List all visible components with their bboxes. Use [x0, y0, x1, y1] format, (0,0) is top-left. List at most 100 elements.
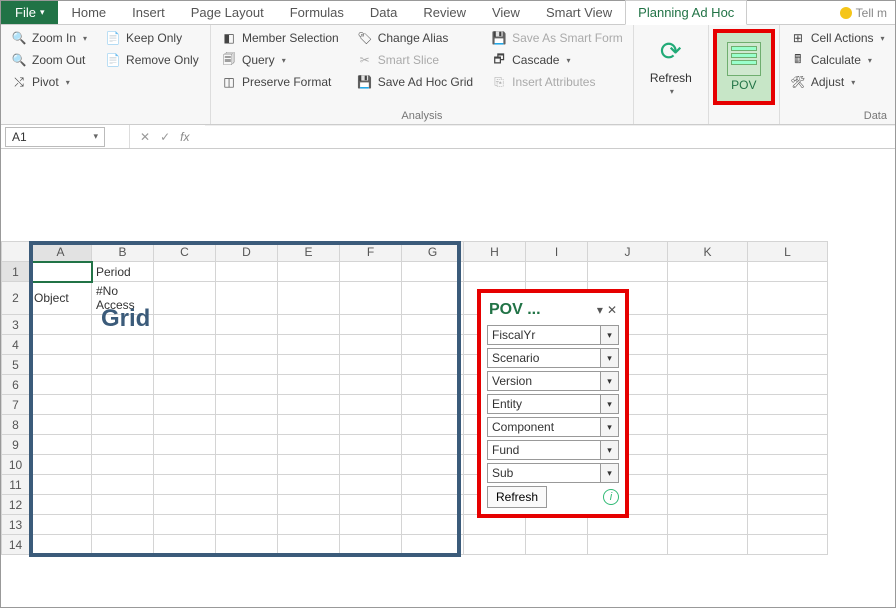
cell[interactable] [154, 475, 216, 495]
cell[interactable] [340, 315, 402, 335]
tab-review[interactable]: Review [410, 0, 479, 24]
cell[interactable] [278, 395, 340, 415]
cell[interactable] [748, 455, 828, 475]
cell[interactable] [526, 535, 588, 555]
fx-icon[interactable]: fx [180, 130, 189, 144]
cell[interactable] [402, 415, 464, 435]
change-alias-button[interactable]: 🏷Change Alias [355, 29, 475, 47]
cell[interactable] [92, 435, 154, 455]
pov-dimension-field[interactable]: Fund [487, 440, 601, 460]
cell[interactable] [668, 395, 748, 415]
cell[interactable] [588, 535, 668, 555]
row-header[interactable]: 11 [2, 475, 30, 495]
cell[interactable] [216, 315, 278, 335]
cell[interactable] [154, 415, 216, 435]
cell[interactable] [30, 315, 92, 335]
cell[interactable] [30, 455, 92, 475]
select-all-corner[interactable] [2, 242, 30, 262]
cell[interactable] [748, 515, 828, 535]
cell[interactable] [30, 415, 92, 435]
row-header[interactable]: 1 [2, 262, 30, 282]
cell[interactable]: Object [30, 282, 92, 315]
accept-icon[interactable]: ✓ [160, 130, 170, 144]
spreadsheet-grid[interactable]: ABCDEFGHIJKL1Period2Object#No Access3456… [1, 241, 828, 555]
cell[interactable] [748, 282, 828, 315]
cell[interactable] [92, 475, 154, 495]
row-header[interactable]: 10 [2, 455, 30, 475]
keep-only-button[interactable]: 📄Keep Only [103, 29, 201, 47]
cell[interactable] [340, 455, 402, 475]
cell[interactable] [92, 495, 154, 515]
adjust-button[interactable]: 🛠Adjust▾ [788, 73, 887, 91]
close-icon[interactable]: ✕ [607, 303, 617, 317]
cell[interactable] [340, 495, 402, 515]
row-header[interactable]: 5 [2, 355, 30, 375]
pov-refresh-button[interactable]: Refresh [487, 486, 547, 508]
save-smart-form-button[interactable]: 💾Save As Smart Form [489, 29, 625, 47]
tab-home[interactable]: Home [58, 0, 119, 24]
tab-view[interactable]: View [479, 0, 533, 24]
cell[interactable] [30, 375, 92, 395]
cell[interactable] [340, 335, 402, 355]
cell[interactable] [154, 355, 216, 375]
cell[interactable] [668, 315, 748, 335]
cell[interactable] [154, 282, 216, 315]
cell[interactable] [748, 262, 828, 282]
cell[interactable] [216, 455, 278, 475]
smart-slice-button[interactable]: ✂Smart Slice [355, 51, 475, 69]
cell[interactable] [402, 395, 464, 415]
pov-dimension-field[interactable]: FiscalYr [487, 325, 601, 345]
cell[interactable] [278, 415, 340, 435]
cell[interactable] [278, 535, 340, 555]
cell[interactable] [278, 335, 340, 355]
cancel-icon[interactable]: ✕ [140, 130, 150, 144]
column-header[interactable]: D [216, 242, 278, 262]
row-header[interactable]: 12 [2, 495, 30, 515]
remove-only-button[interactable]: 📄Remove Only [103, 51, 201, 69]
formula-input[interactable] [205, 125, 895, 148]
cell[interactable] [154, 495, 216, 515]
cell[interactable] [402, 515, 464, 535]
cell[interactable] [154, 395, 216, 415]
tab-formulas[interactable]: Formulas [277, 0, 357, 24]
cell[interactable] [748, 355, 828, 375]
cell[interactable] [402, 282, 464, 315]
cell[interactable] [464, 262, 526, 282]
cell[interactable] [30, 535, 92, 555]
cell[interactable] [402, 315, 464, 335]
cell[interactable] [668, 375, 748, 395]
tab-file[interactable]: File ▾ [1, 1, 58, 24]
cell[interactable] [216, 355, 278, 375]
column-header[interactable]: H [464, 242, 526, 262]
tab-page-layout[interactable]: Page Layout [178, 0, 277, 24]
chevron-down-icon[interactable]: ▾ [601, 325, 619, 345]
cell[interactable] [92, 415, 154, 435]
member-selection-button[interactable]: ◧Member Selection [219, 29, 341, 47]
cell[interactable] [668, 262, 748, 282]
cell[interactable] [526, 262, 588, 282]
chevron-down-icon[interactable]: ▾ [601, 463, 619, 483]
cell[interactable] [340, 395, 402, 415]
cell[interactable] [278, 435, 340, 455]
cell[interactable] [748, 375, 828, 395]
row-header[interactable]: 3 [2, 315, 30, 335]
cell[interactable] [668, 495, 748, 515]
cell[interactable] [216, 415, 278, 435]
pov-dimension-field[interactable]: Version [487, 371, 601, 391]
cell[interactable] [154, 535, 216, 555]
pov-button[interactable]: POV [719, 35, 769, 99]
zoom-out-button[interactable]: 🔍Zoom Out [9, 51, 89, 69]
cell[interactable] [340, 475, 402, 495]
tab-data[interactable]: Data [357, 0, 410, 24]
cell[interactable] [340, 262, 402, 282]
cell[interactable] [340, 515, 402, 535]
cell[interactable] [748, 535, 828, 555]
zoom-in-button[interactable]: 🔍Zoom In▾ [9, 29, 89, 47]
cell[interactable] [668, 455, 748, 475]
cell[interactable] [748, 435, 828, 455]
insert-attributes-button[interactable]: ⎘Insert Attributes [489, 73, 625, 91]
cell[interactable] [154, 375, 216, 395]
cell[interactable] [340, 415, 402, 435]
cell[interactable] [668, 515, 748, 535]
column-header[interactable]: K [668, 242, 748, 262]
